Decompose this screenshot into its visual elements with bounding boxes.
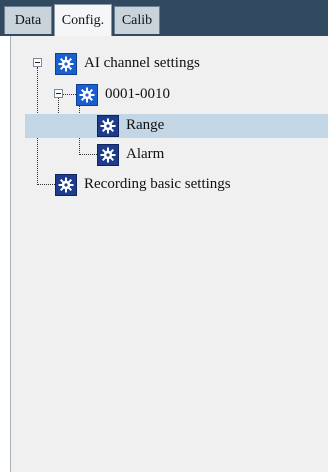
tree-item-range[interactable]: Range <box>25 114 328 138</box>
collapse-expander-icon[interactable] <box>54 89 63 98</box>
tree-item-0001-0010[interactable]: 0001-0010 <box>25 83 328 107</box>
tab-bar: Data Config. Calib <box>0 0 328 36</box>
gear-icon <box>55 174 77 196</box>
tab-config[interactable]: Config. <box>54 4 112 36</box>
collapse-expander-icon[interactable] <box>33 58 42 67</box>
gear-icon <box>97 144 119 166</box>
tab-data[interactable]: Data <box>4 6 52 34</box>
config-panel: AI channel settings 0001-0010 Range Alar… <box>10 36 328 472</box>
tree-item-label: Alarm <box>126 146 165 162</box>
tree-item-recording-basic-settings[interactable]: Recording basic settings <box>25 173 328 197</box>
tab-calib[interactable]: Calib <box>114 6 160 34</box>
tree-item-label: Recording basic settings <box>84 176 231 192</box>
tree-item-alarm[interactable]: Alarm <box>25 143 328 167</box>
settings-tree: AI channel settings 0001-0010 Range Alar… <box>11 36 328 472</box>
gear-icon <box>55 53 77 75</box>
tree-item-ai-channel-settings[interactable]: AI channel settings <box>25 52 328 76</box>
gear-icon <box>97 115 119 137</box>
gear-icon <box>76 84 98 106</box>
tree-item-label: AI channel settings <box>84 55 200 71</box>
tree-item-label: Range <box>126 117 165 133</box>
tree-item-label: 0001-0010 <box>105 86 170 102</box>
